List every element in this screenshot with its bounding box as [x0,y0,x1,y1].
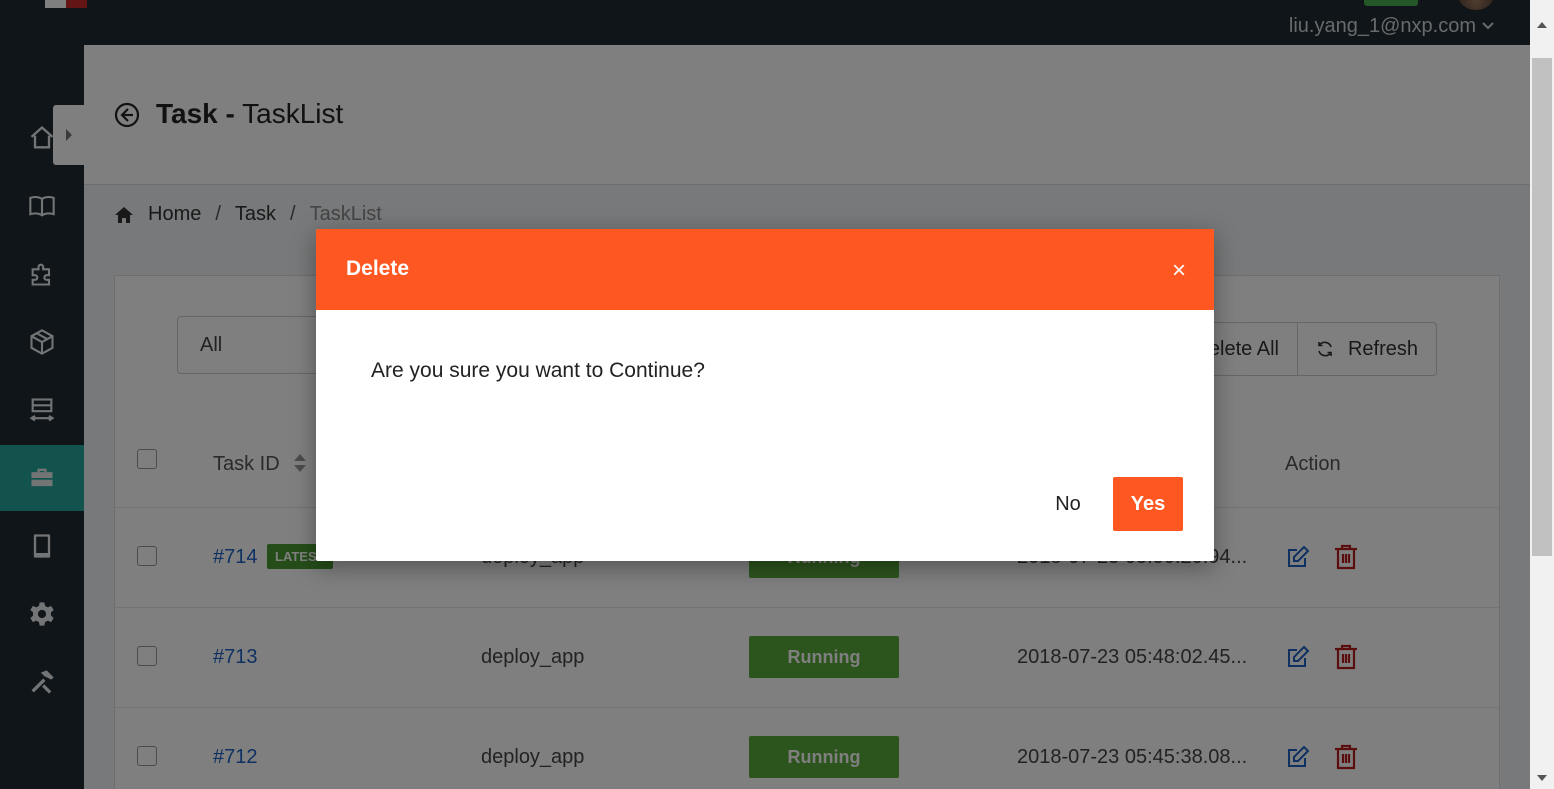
scroll-down-icon[interactable] [1537,775,1547,781]
dialog-header: Delete × [316,229,1214,310]
close-icon[interactable]: × [1172,259,1186,283]
dialog-title: Delete [346,257,410,280]
no-button[interactable]: No [1046,477,1090,531]
page-scrollbar[interactable] [1530,0,1554,789]
scrollbar-thumb[interactable] [1532,58,1552,556]
dialog-message: Are you sure you want to Continue? [371,359,705,382]
scroll-up-icon[interactable] [1537,22,1547,28]
yes-button[interactable]: Yes [1113,477,1183,531]
delete-confirm-dialog: Delete × Are you sure you want to Contin… [316,229,1214,561]
